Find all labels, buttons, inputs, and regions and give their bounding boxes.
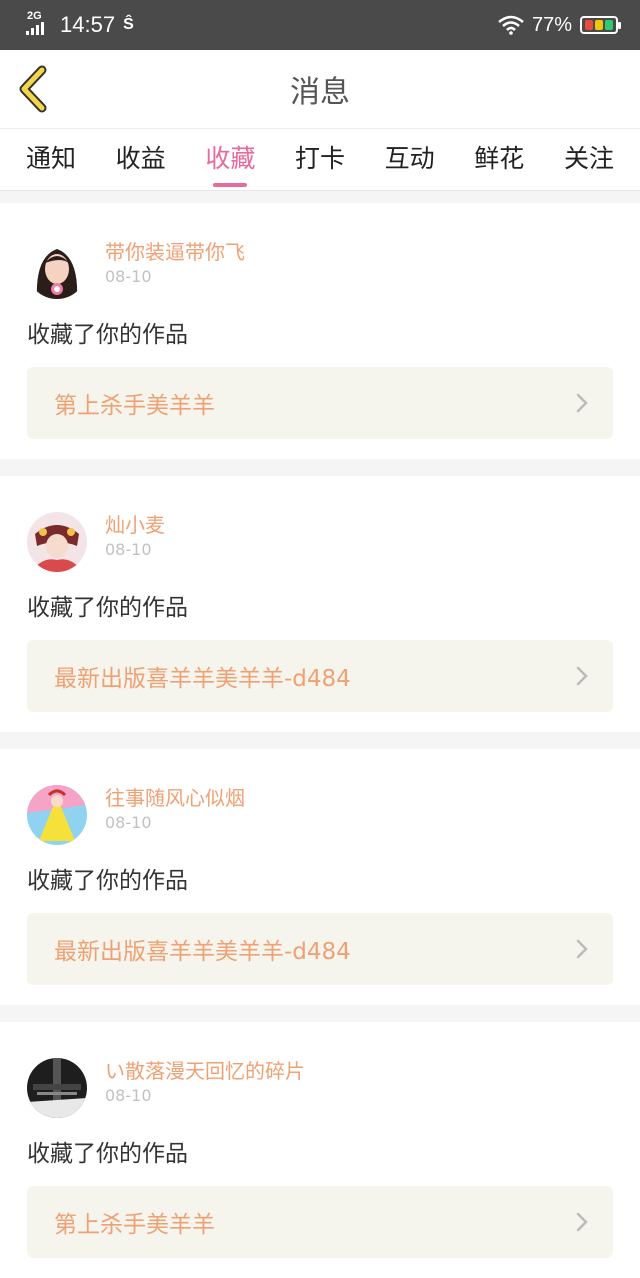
action-text: 收藏了你的作品 (27, 322, 188, 348)
work-title: 最新出版喜羊羊美羊羊-d484 (54, 666, 351, 692)
tab-notifications[interactable]: 通知 (26, 133, 76, 187)
back-icon[interactable] (14, 64, 54, 114)
page-title: 消息 (290, 75, 350, 110)
status-bar: 2G 14:57 Ŝ 77% (0, 0, 640, 50)
username[interactable]: 带你装逼带你飞 (105, 239, 245, 265)
list-item: 带你装逼带你飞 08-10 收藏了你的作品 第上杀手美羊羊 (0, 203, 640, 459)
avatar[interactable] (27, 785, 87, 845)
work-link[interactable]: 第上杀手美羊羊 (27, 367, 613, 439)
work-link[interactable]: 最新出版喜羊羊美羊羊-d484 (27, 640, 613, 712)
battery-icon (580, 16, 621, 34)
header: 消息 (0, 50, 640, 129)
date: 08-10 (105, 813, 152, 832)
list-item: 灿小麦 08-10 收藏了你的作品 最新出版喜羊羊美羊羊-d484 (0, 476, 640, 732)
chevron-right-icon (576, 393, 588, 413)
chevron-right-icon (576, 1212, 588, 1232)
work-link[interactable]: 最新出版喜羊羊美羊羊-d484 (27, 913, 613, 985)
message-list: 带你装逼带你飞 08-10 收藏了你的作品 第上杀手美羊羊 灿小麦 08-10 … (0, 191, 640, 1278)
tab-checkin[interactable]: 打卡 (295, 133, 345, 187)
chevron-right-icon (576, 939, 588, 959)
cellular-signal-icon: 2G (26, 10, 52, 38)
chevron-right-icon (576, 666, 588, 686)
username[interactable]: い散落漫天回忆的碎片 (105, 1058, 305, 1084)
wifi-icon (498, 15, 524, 35)
avatar[interactable] (27, 512, 87, 572)
avatar[interactable] (27, 239, 87, 299)
list-item: い散落漫天回忆的碎片 08-10 收藏了你的作品 第上杀手美羊羊 (0, 1022, 640, 1278)
tab-flowers[interactable]: 鲜花 (474, 133, 524, 187)
battery-percentage: 77% (531, 13, 572, 36)
action-text: 收藏了你的作品 (27, 1141, 188, 1167)
action-text: 收藏了你的作品 (27, 868, 188, 894)
notification-icon: Ŝ (123, 16, 134, 33)
username[interactable]: 往事随风心似烟 (105, 785, 245, 811)
tab-following[interactable]: 关注 (564, 133, 614, 187)
avatar[interactable] (27, 1058, 87, 1118)
list-item: 往事随风心似烟 08-10 收藏了你的作品 最新出版喜羊羊美羊羊-d484 (0, 749, 640, 1005)
work-link[interactable]: 第上杀手美羊羊 (27, 1186, 613, 1258)
date: 08-10 (105, 1086, 152, 1105)
tab-interaction[interactable]: 互动 (385, 133, 435, 187)
date: 08-10 (105, 540, 152, 559)
date: 08-10 (105, 267, 152, 286)
tab-favorites[interactable]: 收藏 (205, 133, 255, 187)
work-title: 第上杀手美羊羊 (54, 1212, 215, 1238)
tab-earnings[interactable]: 收益 (116, 133, 166, 187)
work-title: 第上杀手美羊羊 (54, 393, 215, 419)
work-title: 最新出版喜羊羊美羊羊-d484 (54, 939, 351, 965)
tab-bar: 通知 收益 收藏 打卡 互动 鲜花 关注 (0, 129, 640, 191)
action-text: 收藏了你的作品 (27, 595, 188, 621)
status-time: 14:57 (60, 12, 116, 37)
username[interactable]: 灿小麦 (105, 512, 165, 538)
